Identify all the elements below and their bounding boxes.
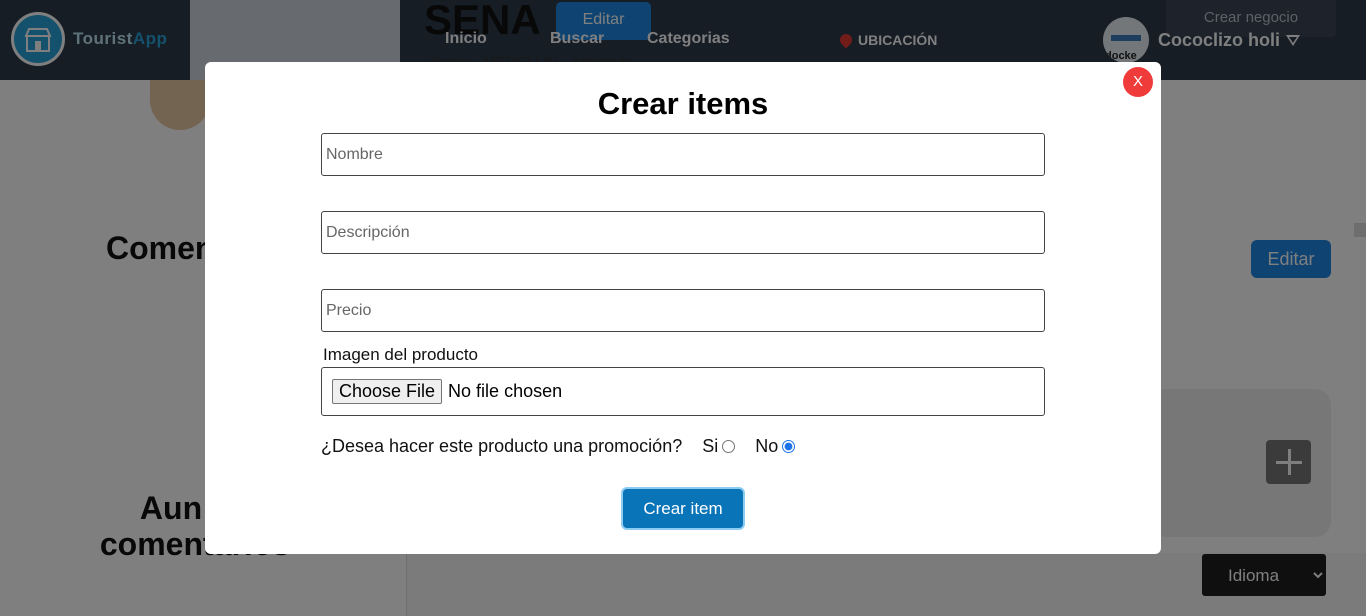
- promotion-yes-label: Si: [702, 436, 719, 456]
- promotion-no-radio[interactable]: [782, 440, 796, 453]
- name-input[interactable]: [321, 133, 1045, 176]
- promotion-question: ¿Desea hacer este producto una promoción…: [321, 436, 683, 456]
- description-input[interactable]: [321, 211, 1045, 254]
- choose-file-button[interactable]: Choose File: [332, 379, 443, 404]
- promotion-row: ¿Desea hacer este producto una promoción…: [321, 436, 815, 457]
- price-input[interactable]: [321, 289, 1045, 332]
- create-items-modal: X Crear items Imagen del producto Choose…: [205, 62, 1161, 554]
- file-status: No file chosen: [448, 381, 563, 401]
- promotion-no-label: No: [755, 436, 779, 456]
- modal-title: Crear items: [597, 86, 769, 121]
- image-label: Imagen del producto: [323, 345, 478, 364]
- promotion-yes-radio[interactable]: [722, 440, 736, 453]
- create-item-button[interactable]: Crear item: [621, 487, 745, 530]
- image-file-input[interactable]: Choose File No file chosen: [321, 367, 1045, 416]
